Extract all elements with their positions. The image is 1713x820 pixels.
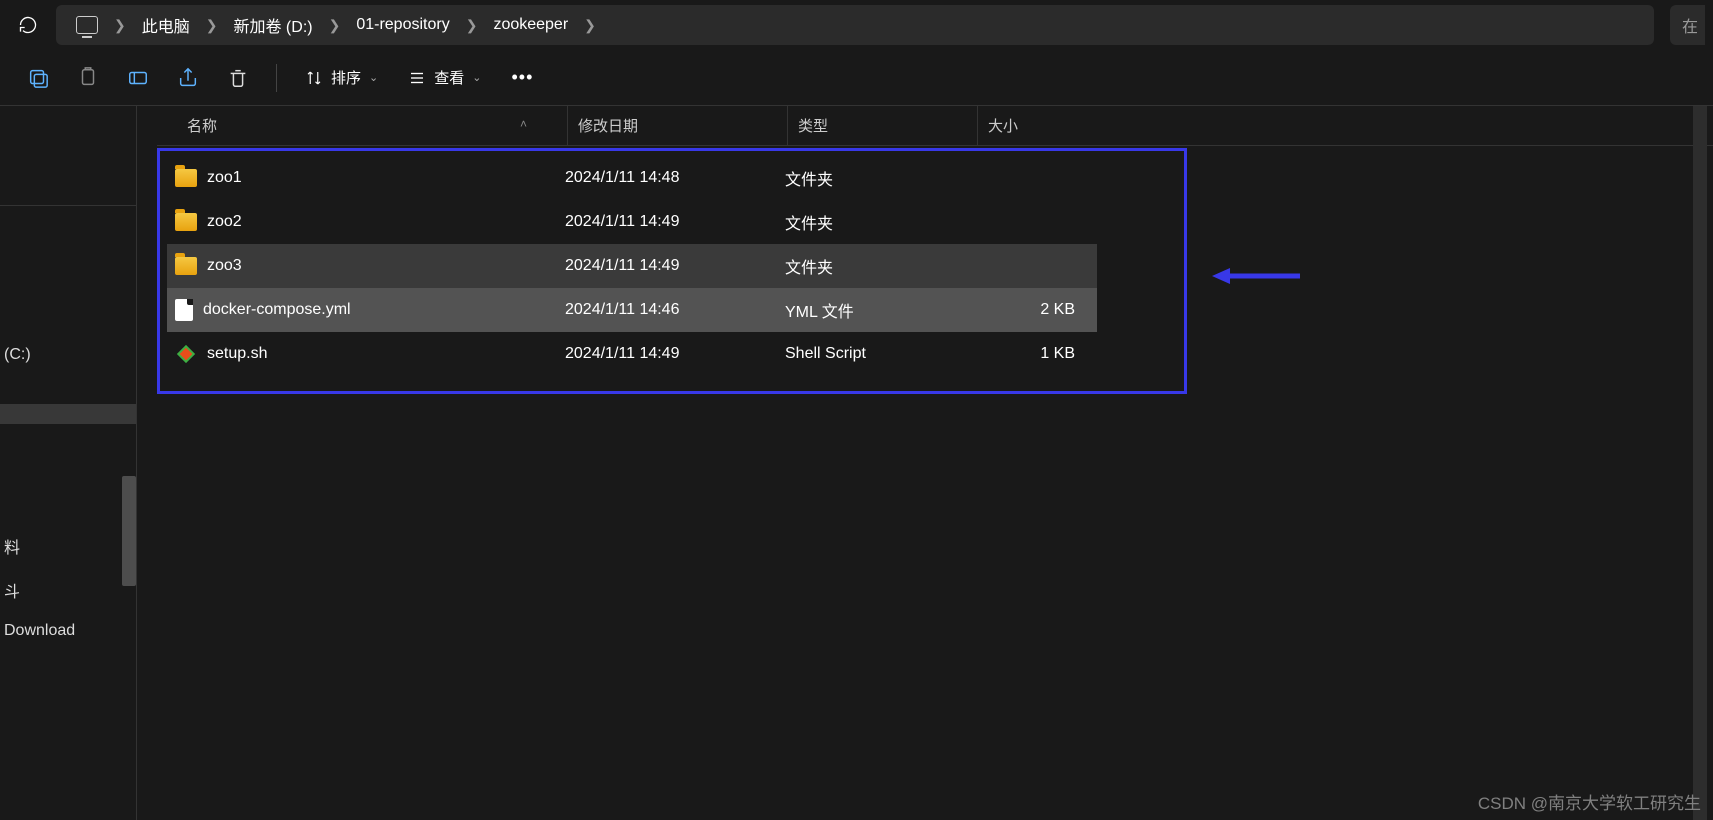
search-input[interactable]: 在 xyxy=(1670,5,1705,45)
sidebar-item[interactable]: (C:) xyxy=(0,336,136,374)
sort-button[interactable]: 排序 ⌄ xyxy=(293,61,390,94)
sidebar-item[interactable] xyxy=(0,404,136,424)
chevron-down-icon: ⌄ xyxy=(369,71,378,84)
folder-icon xyxy=(175,213,197,231)
chevron-right-icon: ❯ xyxy=(578,17,602,34)
file-row[interactable]: zoo1 2024/1/11 14:48文件夹 xyxy=(167,156,1097,200)
folder-icon xyxy=(175,169,197,187)
script-icon xyxy=(175,343,197,365)
file-date: 2024/1/11 14:46 xyxy=(565,301,785,319)
sidebar-scrollbar[interactable] xyxy=(122,476,136,586)
address-bar-row: ❯ 此电脑 ❯ 新加卷 (D:) ❯ 01-repository ❯ zooke… xyxy=(0,0,1713,50)
sort-indicator-icon: ˄ xyxy=(520,117,527,131)
rename-button[interactable] xyxy=(116,58,160,98)
file-name: zoo2 xyxy=(207,213,242,231)
cut-button[interactable] xyxy=(66,58,110,98)
new-item-button[interactable] xyxy=(16,58,60,98)
file-type: Shell Script xyxy=(785,345,975,363)
view-button[interactable]: 查看 ⌄ xyxy=(396,61,493,94)
content-scrollbar[interactable] xyxy=(1693,106,1707,820)
file-type: 文件夹 xyxy=(785,166,975,190)
file-name: setup.sh xyxy=(207,345,267,363)
column-header-name[interactable]: 名称 ˄ xyxy=(157,115,567,136)
share-button[interactable] xyxy=(166,58,210,98)
file-name: zoo3 xyxy=(207,257,242,275)
file-date: 2024/1/11 14:49 xyxy=(565,257,785,275)
monitor-icon xyxy=(76,16,98,34)
annotation-arrow xyxy=(1212,261,1302,291)
file-icon xyxy=(175,299,193,321)
chevron-right-icon: ❯ xyxy=(200,17,224,34)
column-header-size[interactable]: 大小 xyxy=(977,106,1092,145)
file-date: 2024/1/11 14:49 xyxy=(565,213,785,231)
breadcrumb-item[interactable]: 01-repository xyxy=(348,9,457,41)
file-row[interactable]: zoo2 2024/1/11 14:49文件夹 xyxy=(167,200,1097,244)
sidebar-item[interactable]: Download xyxy=(0,612,136,650)
column-headers: 名称 ˄ 修改日期 类型 大小 xyxy=(157,106,1713,146)
file-name: zoo1 xyxy=(207,169,242,187)
watermark: CSDN @南京大学软工研究生 xyxy=(1478,789,1701,814)
sidebar: (C:) 料 斗 Download xyxy=(0,106,136,820)
chevron-right-icon: ❯ xyxy=(323,17,347,34)
delete-button[interactable] xyxy=(216,58,260,98)
file-type: 文件夹 xyxy=(785,210,975,234)
view-label: 查看 xyxy=(434,67,464,88)
file-row[interactable]: setup.sh 2024/1/11 14:49Shell Script1 KB xyxy=(167,332,1097,376)
column-header-type[interactable]: 类型 xyxy=(787,106,977,145)
file-size: 1 KB xyxy=(975,345,1075,363)
sidebar-item[interactable]: 料 xyxy=(0,524,136,568)
pc-icon-crumb[interactable] xyxy=(68,9,106,41)
sort-icon xyxy=(305,69,323,87)
toolbar: 排序 ⌄ 查看 ⌄ ••• xyxy=(0,50,1713,106)
file-list-area: 名称 ˄ 修改日期 类型 大小 zoo12024/1/11 14:48文件夹zo… xyxy=(136,106,1713,820)
file-row[interactable]: zoo3 2024/1/11 14:49文件夹 xyxy=(167,244,1097,288)
breadcrumb-item[interactable]: 此电脑 xyxy=(134,9,198,41)
breadcrumb-item[interactable]: zookeeper xyxy=(485,9,576,41)
file-type: 文件夹 xyxy=(785,254,975,278)
breadcrumb-item[interactable]: 新加卷 (D:) xyxy=(225,9,320,41)
main-area: (C:) 料 斗 Download 名称 ˄ 修改日期 类型 大小 zoo1 20… xyxy=(0,106,1713,820)
file-name: docker-compose.yml xyxy=(203,301,351,319)
more-icon: ••• xyxy=(511,67,533,88)
chevron-right-icon: ❯ xyxy=(460,17,484,34)
file-size: 2 KB xyxy=(975,301,1075,319)
sidebar-item[interactable]: 斗 xyxy=(0,568,136,612)
column-header-date[interactable]: 修改日期 xyxy=(567,106,787,145)
list-icon xyxy=(408,69,426,87)
folder-icon xyxy=(175,257,197,275)
file-type: YML 文件 xyxy=(785,298,975,322)
refresh-button[interactable] xyxy=(8,5,48,45)
file-date: 2024/1/11 14:49 xyxy=(565,345,785,363)
chevron-right-icon: ❯ xyxy=(108,17,132,34)
file-date: 2024/1/11 14:48 xyxy=(565,169,785,187)
more-button[interactable]: ••• xyxy=(499,61,545,94)
file-row[interactable]: docker-compose.yml 2024/1/11 14:46YML 文件2… xyxy=(167,288,1097,332)
sort-label: 排序 xyxy=(331,67,361,88)
sidebar-item[interactable] xyxy=(0,424,136,444)
toolbar-separator xyxy=(276,64,277,92)
file-list: zoo12024/1/11 14:48文件夹zoo22024/1/11 14:4… xyxy=(167,156,1097,376)
breadcrumb-bar[interactable]: ❯ 此电脑 ❯ 新加卷 (D:) ❯ 01-repository ❯ zooke… xyxy=(56,5,1654,45)
chevron-down-icon: ⌄ xyxy=(472,71,481,84)
